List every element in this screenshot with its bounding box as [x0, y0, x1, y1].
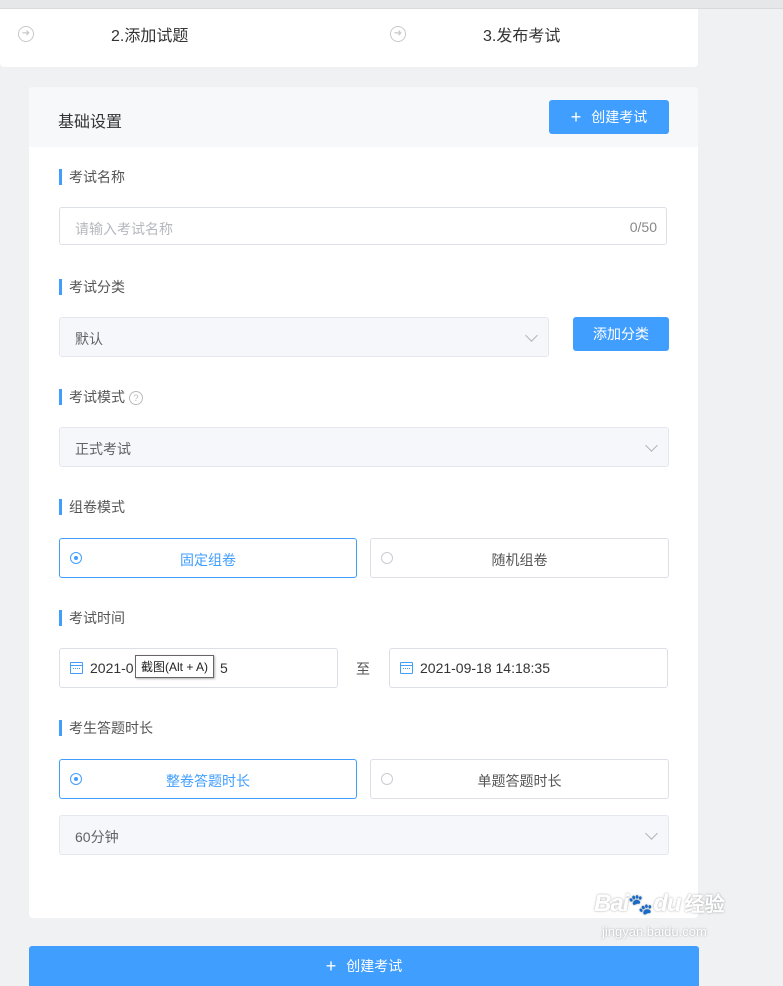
card-title: 基础设置	[58, 114, 123, 131]
step-label: 2.添加试题	[111, 28, 189, 45]
calendar-icon	[400, 662, 413, 674]
exam-name-input[interactable]: 请输入考试名称 0/50	[59, 207, 667, 245]
step-label: 3.发布考试	[483, 28, 561, 45]
help-icon[interactable]: ?	[129, 391, 143, 406]
radio-label: 整卷答题时长	[166, 773, 250, 789]
plus-icon: +	[570, 107, 582, 127]
exam-name-label: 考试名称	[59, 169, 125, 185]
basic-settings-card: 基础设置 + 创建考试 考试名称 请输入考试名称 0/50 考试分类 默认 添加…	[29, 87, 698, 918]
end-time-value: 2021-09-18 14:18:35	[420, 660, 550, 676]
arrow-right-circle-icon: ➜	[18, 26, 34, 42]
start-time-value-tail: 5	[220, 660, 228, 676]
step-bar: ➜ 2.添加试题 ➜ 3.发布考试	[0, 9, 698, 67]
exam-category-label: 考试分类	[59, 279, 125, 295]
radio-label: 单题答题时长	[477, 773, 562, 789]
exam-mode-label: 考试模式?	[59, 389, 143, 406]
paper-mode-label: 组卷模式	[59, 499, 125, 515]
end-time-picker[interactable]: 2021-09-18 14:18:35	[389, 648, 668, 688]
card-header: 基础设置 + 创建考试	[29, 87, 698, 147]
step-add-questions[interactable]: ➜ 2.添加试题	[18, 22, 188, 46]
create-exam-bottom-button[interactable]: + 创建考试	[29, 946, 699, 986]
radio-single-question-duration[interactable]: 单题答题时长	[370, 759, 669, 799]
step-publish-exam[interactable]: ➜ 3.发布考试	[390, 22, 560, 46]
watermark-brand: Bai	[594, 890, 629, 917]
radio-whole-paper-duration[interactable]: 整卷答题时长	[59, 759, 357, 799]
radio-label: 固定组卷	[180, 552, 236, 568]
time-separator: 至	[356, 661, 370, 677]
baidu-jingyan-watermark: Bai🐾du 经验 jingyan.baidu.com	[594, 888, 725, 939]
create-exam-label: 创建考试	[591, 109, 648, 125]
duration-select[interactable]: 60分钟	[59, 815, 669, 855]
radio-label: 随机组卷	[491, 552, 548, 568]
duration-value: 60分钟	[75, 829, 119, 845]
exam-category-value: 默认	[75, 331, 103, 347]
calendar-icon	[70, 662, 83, 674]
chevron-down-icon	[645, 827, 658, 840]
watermark-brand-tail: du	[653, 890, 681, 917]
radio-random-paper[interactable]: 随机组卷	[370, 538, 669, 578]
add-category-button[interactable]: 添加分类	[573, 317, 669, 351]
create-exam-button[interactable]: + 创建考试	[549, 100, 669, 134]
plus-icon: +	[325, 956, 337, 976]
paw-icon: 🐾	[628, 894, 654, 916]
create-exam-bottom-label: 创建考试	[346, 958, 403, 974]
top-border	[0, 0, 783, 9]
chevron-down-icon	[645, 439, 658, 452]
chevron-down-icon	[525, 329, 538, 342]
exam-mode-select[interactable]: 正式考试	[59, 427, 669, 467]
start-time-value: 2021-0	[90, 660, 134, 676]
watermark-url: jingyan.baidu.com	[602, 924, 707, 939]
exam-mode-label-text: 考试模式	[69, 389, 125, 405]
exam-name-placeholder: 请输入考试名称	[75, 221, 173, 237]
arrow-right-circle-icon: ➜	[390, 26, 406, 42]
watermark-zh: 经验	[684, 894, 725, 916]
screenshot-tooltip: 截图(Alt + A)	[135, 655, 215, 678]
answer-duration-label: 考生答题时长	[59, 720, 153, 736]
radio-fixed-paper[interactable]: 固定组卷	[59, 538, 357, 578]
char-counter: 0/50	[629, 219, 657, 235]
exam-category-select[interactable]: 默认	[59, 317, 549, 357]
exam-mode-value: 正式考试	[75, 441, 131, 457]
exam-time-label: 考试时间	[59, 610, 125, 626]
